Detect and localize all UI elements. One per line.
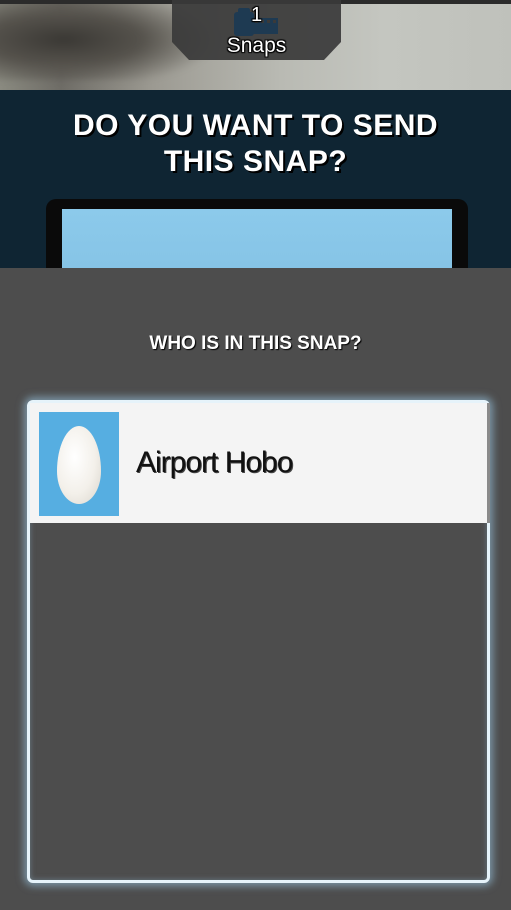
snap-count-label: Snaps [226, 34, 287, 57]
snap-photo [62, 209, 452, 268]
send-snap-title-line1: DO YOU WANT TO SEND [72, 109, 439, 142]
who-heading: WHO IS IN THIS SNAP? [149, 333, 362, 354]
person-avatar [39, 412, 119, 516]
tagging-panel: WHO IS IN THIS SNAP? Airport Hobo [0, 268, 511, 910]
send-snap-panel: DO YOU WANT TO SEND THIS SNAP? [0, 90, 511, 268]
snap-count: 1 [250, 4, 263, 26]
person-name: Airport Hobo [136, 446, 293, 479]
egg-avatar-icon [57, 426, 101, 504]
snap-counter: 1 Snaps [172, 0, 341, 60]
people-list[interactable]: Airport Hobo [27, 400, 490, 883]
snap-photo-frame[interactable] [46, 199, 468, 268]
send-snap-title-line2: THIS SNAP? [163, 145, 348, 178]
list-scrollbar[interactable] [487, 403, 490, 523]
send-snap-title: DO YOU WANT TO SEND THIS SNAP? [0, 108, 511, 180]
list-item-person[interactable]: Airport Hobo [30, 403, 490, 523]
